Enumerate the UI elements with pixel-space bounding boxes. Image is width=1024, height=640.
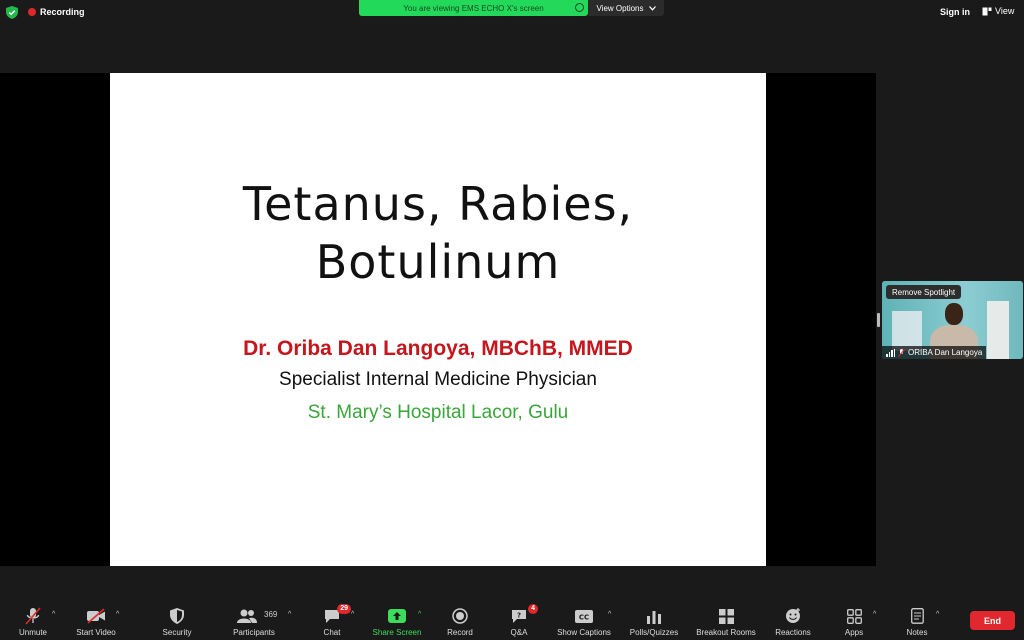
recording-dot-icon [28, 8, 36, 16]
viewing-banner-text: You are viewing EMS ECHO X's screen [403, 3, 544, 13]
video-off-icon [86, 606, 106, 626]
record-button[interactable]: Record [442, 602, 478, 640]
record-icon [450, 606, 470, 626]
qa-icon: ? 4 [509, 604, 538, 626]
slide-title-line1: Tetanus, Rabies, [242, 177, 634, 231]
slide-title-line2: Botulinum [315, 235, 561, 289]
breakout-rooms-label: Breakout Rooms [696, 628, 756, 637]
shared-screen: Tetanus, Rabies, Botulinum Dr. Oriba Dan… [0, 73, 876, 566]
breakout-rooms-icon [716, 606, 736, 626]
view-options-button[interactable]: View Options [588, 0, 664, 16]
chat-badge: 29 [337, 604, 351, 614]
reactions-label: Reactions [775, 628, 811, 637]
slide-role: Specialist Internal Medicine Physician [279, 369, 597, 390]
signal-strength-icon [886, 348, 895, 357]
presentation-slide: Tetanus, Rabies, Botulinum Dr. Oriba Dan… [110, 73, 766, 566]
chat-icon: 29 [322, 604, 351, 626]
end-meeting-button[interactable]: End [970, 611, 1015, 630]
chat-chevron-icon[interactable]: ^ [351, 611, 354, 618]
slide-author: Dr. Oriba Dan Langoya, MBChB, MMED [243, 337, 633, 360]
participant-name-tag: ORIBA Dan Langoya [882, 346, 987, 359]
apps-chevron-icon[interactable]: ^ [873, 611, 876, 618]
participant-name: ORIBA Dan Langoya [908, 348, 983, 357]
share-screen-icon [387, 606, 407, 626]
qa-badge: 4 [528, 604, 538, 614]
meeting-toolbar: Unmute ^ Start Video ^ Security Particip… [0, 602, 1024, 640]
apps-button[interactable]: Apps [838, 602, 870, 640]
captions-icon: CC [574, 606, 594, 626]
apps-icon [844, 606, 864, 626]
video-shelf [892, 311, 922, 351]
breakout-rooms-button[interactable]: Breakout Rooms [690, 602, 762, 640]
audio-options-chevron-icon[interactable]: ^ [52, 611, 55, 618]
start-video-button[interactable]: Start Video [71, 602, 121, 640]
svg-text:CC: CC [579, 613, 589, 621]
participants-label: Participants [233, 628, 275, 637]
view-options-label: View Options [596, 3, 644, 13]
show-captions-button[interactable]: CC Show Captions [552, 602, 616, 640]
view-layout-icon [982, 7, 992, 15]
chat-button[interactable]: 29 Chat [316, 602, 351, 640]
recording-label: Recording [40, 7, 85, 17]
mic-muted-icon [23, 606, 43, 626]
video-options-chevron-icon[interactable]: ^ [116, 611, 119, 618]
polls-label: Polls/Quizzes [629, 628, 679, 637]
qa-label: Q&A [510, 628, 528, 637]
captions-chevron-icon[interactable]: ^ [608, 611, 611, 618]
qa-button[interactable]: ? 4 Q&A [503, 602, 538, 640]
view-info-icon[interactable] [575, 3, 584, 12]
start-video-label: Start Video [76, 628, 116, 637]
notes-button[interactable]: Notes [901, 602, 933, 640]
participants-icon [237, 606, 257, 626]
record-label: Record [447, 628, 473, 637]
view-button[interactable]: View [982, 6, 1014, 16]
top-bar: Recording You are viewing EMS ECHO X's s… [0, 0, 1024, 26]
unmute-button[interactable]: Unmute [14, 602, 52, 640]
participants-count: 369 [264, 610, 278, 619]
polls-icon [644, 606, 664, 626]
sign-in-button[interactable]: Sign in [940, 7, 970, 17]
chevron-down-icon [648, 5, 656, 11]
reactions-button[interactable]: Reactions [771, 602, 815, 640]
notes-chevron-icon[interactable]: ^ [936, 611, 939, 618]
security-label: Security [162, 628, 192, 637]
reactions-smiley-icon [783, 606, 803, 626]
chat-label: Chat [323, 628, 341, 637]
show-captions-label: Show Captions [557, 628, 611, 637]
participants-button[interactable]: Participants [228, 602, 280, 640]
viewing-banner: You are viewing EMS ECHO X's screen [359, 0, 588, 16]
panel-resize-handle[interactable] [877, 313, 880, 327]
security-shield-icon [167, 606, 187, 626]
video-door [987, 301, 1009, 359]
slide-hospital: St. Mary’s Hospital Lacor, Gulu [307, 402, 569, 423]
encryption-shield-icon[interactable] [6, 6, 18, 19]
notes-label: Notes [906, 628, 928, 637]
notes-icon [907, 606, 927, 626]
security-button[interactable]: Security [157, 602, 197, 640]
polls-button[interactable]: Polls/Quizzes [626, 602, 682, 640]
slide-title: Tetanus, Rabies, Botulinum [110, 175, 766, 291]
share-screen-label: Share Screen [372, 628, 422, 637]
recording-indicator[interactable]: Recording [28, 5, 85, 19]
apps-label: Apps [844, 628, 864, 637]
participant-video-thumbnail[interactable]: Remove Spotlight ORIBA Dan Langoya [882, 281, 1023, 359]
share-options-chevron-icon[interactable]: ^ [418, 611, 421, 618]
muted-mic-icon [898, 348, 905, 357]
svg-text:?: ? [517, 611, 521, 619]
unmute-label: Unmute [18, 628, 47, 637]
view-label: View [995, 6, 1015, 16]
participants-chevron-icon[interactable]: ^ [288, 611, 291, 618]
remove-spotlight-button[interactable]: Remove Spotlight [886, 285, 962, 299]
share-screen-button[interactable]: Share Screen [368, 602, 426, 640]
participant-head [945, 303, 963, 325]
